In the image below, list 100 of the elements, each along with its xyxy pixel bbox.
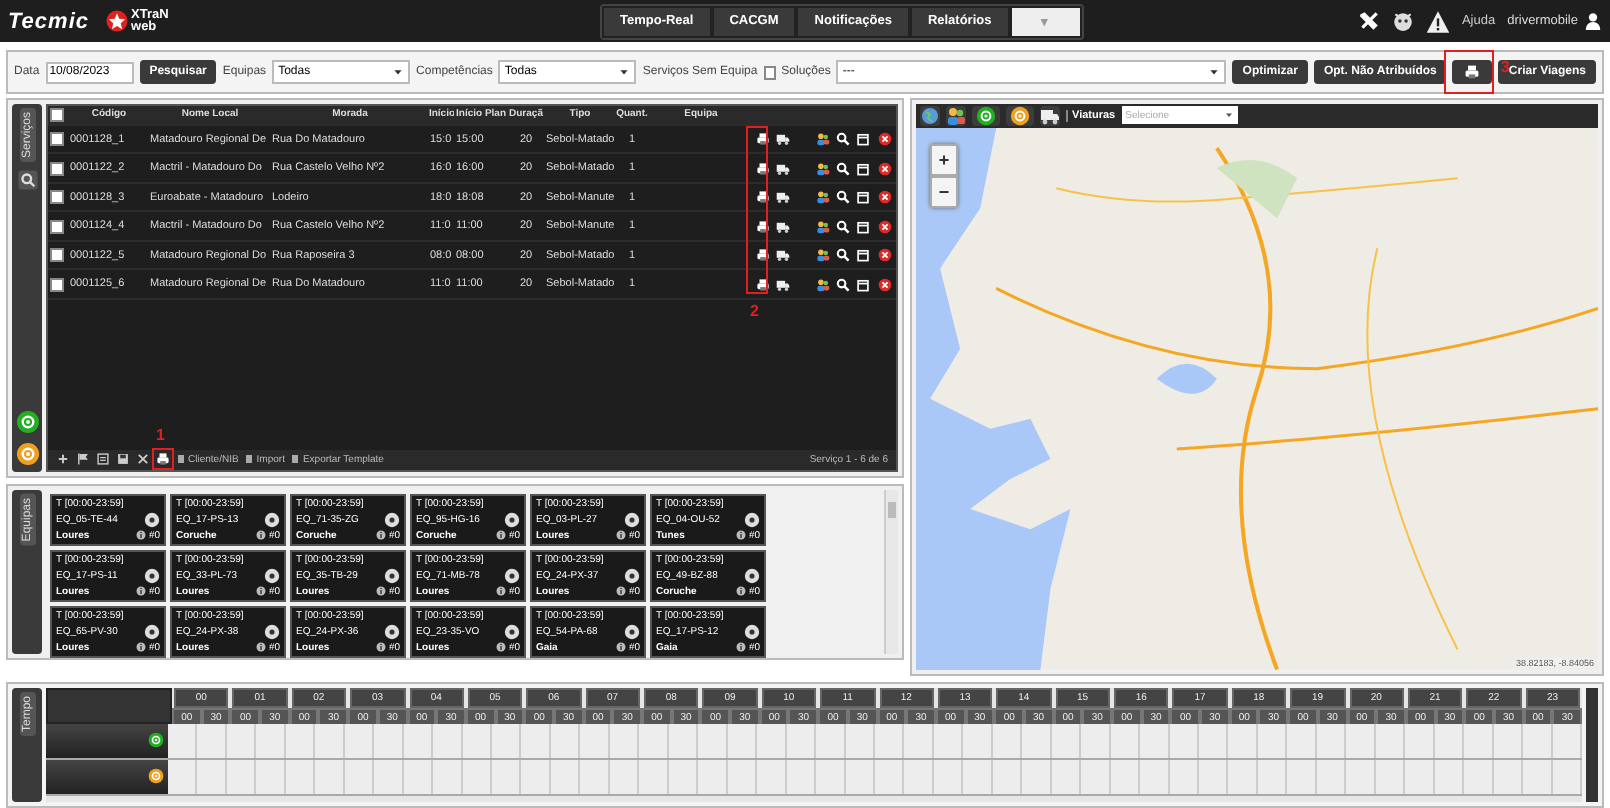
disc-icon[interactable] [144,623,160,640]
print-button[interactable] [1452,60,1493,85]
disc-icon[interactable] [504,511,520,528]
info-icon [136,586,147,597]
print-icon[interactable] [756,277,770,292]
info-icon [736,530,747,541]
info-icon [256,642,267,653]
print-icon[interactable] [756,161,770,176]
annotation-number: 3 [1500,58,1510,77]
disc-icon[interactable] [264,567,280,584]
people-icon[interactable] [946,105,966,126]
checkbox[interactable] [50,161,64,176]
people-icon[interactable] [816,248,830,263]
caret-icon [392,66,405,79]
print-icon[interactable] [156,452,170,467]
checkbox[interactable] [763,65,776,80]
truck-icon[interactable] [776,277,790,292]
annotation-number: 2 [750,301,759,320]
disc-icon[interactable] [384,623,400,640]
user-icon [1584,12,1602,31]
checkbox[interactable] [50,277,64,292]
people-icon[interactable] [816,219,830,234]
truck-icon[interactable] [776,219,790,234]
truck-icon[interactable] [776,190,790,205]
print-icon[interactable] [756,219,770,234]
list-icon[interactable] [96,452,110,467]
disc-icon[interactable] [504,567,520,584]
target-icon[interactable] [148,732,164,749]
disc-icon[interactable] [264,511,280,528]
disc-icon[interactable] [264,623,280,640]
truck-icon[interactable] [776,248,790,263]
calendar-icon[interactable] [856,248,870,263]
disc-icon[interactable] [744,511,760,528]
target-icon[interactable] [1006,105,1034,126]
search-icon[interactable] [836,277,850,292]
zoom-out-button[interactable]: − [930,175,958,208]
info-icon [616,642,627,653]
checkbox[interactable] [50,219,64,234]
filter-icon[interactable] [15,167,39,192]
target-icon[interactable] [15,441,39,466]
document-icon [176,454,186,465]
disc-icon[interactable] [384,567,400,584]
target-icon[interactable] [15,409,39,434]
scrollbar[interactable] [884,489,898,654]
disc-icon[interactable] [144,511,160,528]
truck-icon[interactable] [776,132,790,147]
info-icon [496,586,507,597]
delete-icon[interactable] [878,248,892,263]
disc-icon[interactable] [384,511,400,528]
calendar-icon[interactable] [856,219,870,234]
search-icon[interactable] [836,161,850,176]
truck-icon[interactable] [776,161,790,176]
search-icon[interactable] [836,132,850,147]
calendar-icon[interactable] [856,277,870,292]
checkbox[interactable] [50,107,64,122]
delete-icon[interactable] [878,132,892,147]
calendar-icon[interactable] [856,161,870,176]
print-icon[interactable] [756,190,770,205]
disc-icon[interactable] [144,567,160,584]
zoom-in-button[interactable]: + [930,143,958,176]
calendar-icon[interactable] [856,132,870,147]
disc-icon[interactable] [624,623,640,640]
disc-icon[interactable] [504,623,520,640]
warning-icon[interactable] [1425,9,1450,34]
disc-icon[interactable] [744,623,760,640]
info-icon [256,586,267,597]
people-icon[interactable] [816,132,830,147]
delete-icon[interactable] [878,161,892,176]
people-icon[interactable] [816,161,830,176]
info-icon [376,642,387,653]
info-icon [496,642,507,653]
add-icon[interactable] [56,452,70,467]
search-icon[interactable] [836,190,850,205]
target-icon[interactable] [972,105,1000,126]
disc-icon[interactable] [624,511,640,528]
checkbox[interactable] [50,132,64,147]
document-icon [290,454,301,465]
print-icon[interactable] [756,132,770,147]
people-icon[interactable] [816,277,830,292]
calendar-icon[interactable] [856,190,870,205]
checkbox[interactable] [50,190,64,205]
document-icon [244,454,255,465]
delete-icon[interactable] [878,190,892,205]
close-icon[interactable] [136,452,150,467]
info-icon [736,642,747,653]
print-icon[interactable] [756,248,770,263]
delete-icon[interactable] [878,277,892,292]
search-icon[interactable] [836,248,850,263]
disc-icon[interactable] [624,567,640,584]
checkbox[interactable] [50,248,64,263]
truck-icon[interactable] [1040,105,1060,126]
annotation-number: 1 [156,426,165,445]
people-icon[interactable] [816,190,830,205]
disc-icon[interactable] [744,567,760,584]
save-icon[interactable] [116,452,130,467]
globe-icon[interactable] [920,105,940,126]
delete-icon[interactable] [878,219,892,234]
target-icon[interactable] [148,768,164,785]
flag-icon[interactable] [76,452,90,467]
search-icon[interactable] [836,219,850,234]
